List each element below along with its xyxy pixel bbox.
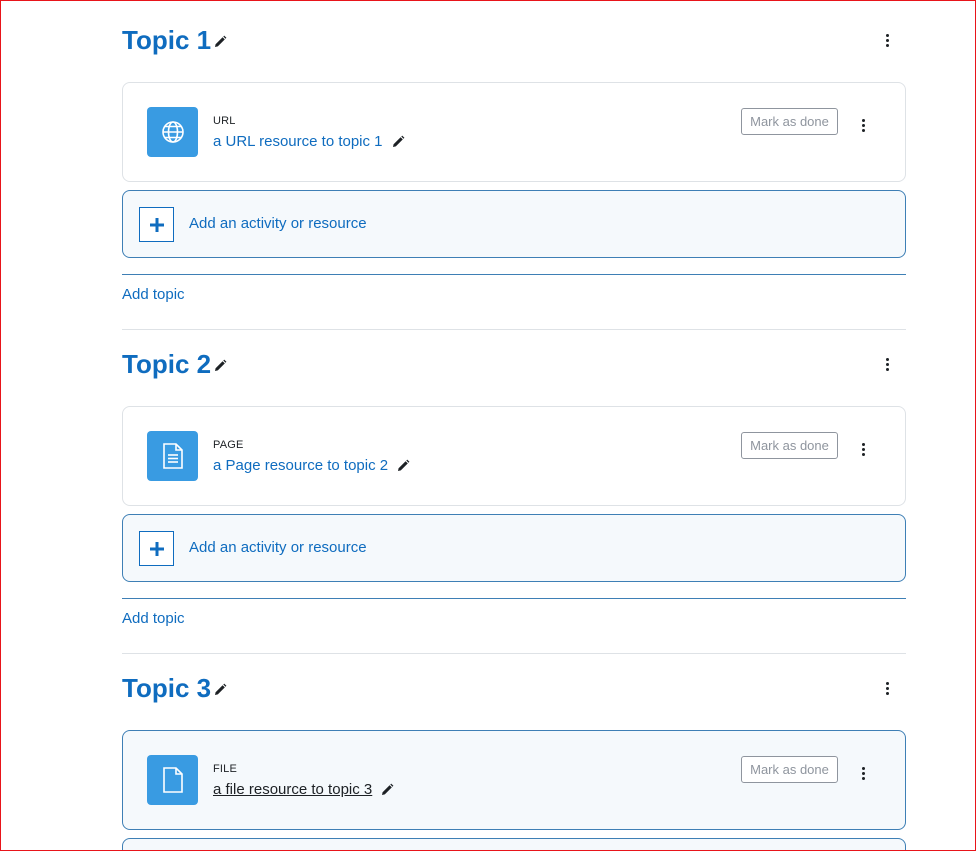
page-icon[interactable] bbox=[147, 431, 198, 481]
section-topic-1: Topic 1 bbox=[122, 20, 906, 60]
edit-pencil-icon[interactable] bbox=[213, 35, 227, 49]
section-menu-icon[interactable] bbox=[879, 30, 895, 50]
plus-icon bbox=[139, 531, 174, 566]
file-icon[interactable] bbox=[147, 755, 198, 805]
section-title-text[interactable]: Topic 2 bbox=[122, 344, 211, 384]
section-title[interactable]: Topic 3 bbox=[122, 668, 227, 708]
add-activity-button-partial[interactable] bbox=[122, 838, 906, 850]
add-activity-button[interactable]: Add an activity or resource bbox=[122, 514, 906, 582]
activity-type-label: PAGE bbox=[213, 439, 244, 451]
section-title-text[interactable]: Topic 1 bbox=[122, 20, 211, 60]
activity-link[interactable]: a Page resource to topic 2 bbox=[213, 457, 410, 474]
mark-as-done-button[interactable]: Mark as done bbox=[741, 432, 838, 459]
mark-as-done-button[interactable]: Mark as done bbox=[741, 756, 838, 783]
activity-name[interactable]: a file resource to topic 3 bbox=[213, 781, 372, 798]
divider bbox=[122, 274, 906, 275]
edit-pencil-icon[interactable] bbox=[380, 783, 394, 797]
section-title[interactable]: Topic 1 bbox=[122, 20, 227, 60]
plus-icon bbox=[139, 207, 174, 242]
mark-as-done-button[interactable]: Mark as done bbox=[741, 108, 838, 135]
section-menu-icon[interactable] bbox=[879, 354, 895, 374]
section-menu-icon[interactable] bbox=[879, 678, 895, 698]
activity-name[interactable]: a URL resource to topic 1 bbox=[213, 133, 383, 150]
add-topic-link[interactable]: Add topic bbox=[122, 610, 185, 627]
activity-page: PAGE a Page resource to topic 2 Mark as … bbox=[122, 406, 906, 506]
activity-type-label: URL bbox=[213, 115, 236, 127]
add-activity-button[interactable]: Add an activity or resource bbox=[122, 190, 906, 258]
section-header: Topic 2 bbox=[122, 344, 906, 384]
activity-url: URL a URL resource to topic 1 Mark as do… bbox=[122, 82, 906, 182]
activity-link[interactable]: a URL resource to topic 1 bbox=[213, 133, 405, 150]
edit-pencil-icon[interactable] bbox=[391, 135, 405, 149]
add-activity-label: Add an activity or resource bbox=[189, 215, 367, 232]
edit-pencil-icon[interactable] bbox=[396, 459, 410, 473]
section-title[interactable]: Topic 2 bbox=[122, 344, 227, 384]
add-topic-link[interactable]: Add topic bbox=[122, 286, 185, 303]
section-divider bbox=[122, 653, 906, 654]
section-topic-2: Topic 2 bbox=[122, 344, 906, 384]
activity-menu-icon[interactable] bbox=[855, 115, 871, 135]
activity-menu-icon[interactable] bbox=[855, 439, 871, 459]
activity-link[interactable]: a file resource to topic 3 bbox=[213, 781, 394, 798]
activity-file: FILE a file resource to topic 3 Mark as … bbox=[122, 730, 906, 830]
edit-pencil-icon[interactable] bbox=[213, 359, 227, 373]
section-title-text[interactable]: Topic 3 bbox=[122, 668, 211, 708]
add-activity-label: Add an activity or resource bbox=[189, 539, 367, 556]
activity-type-label: FILE bbox=[213, 763, 238, 775]
section-header: Topic 3 bbox=[122, 668, 906, 708]
activity-menu-icon[interactable] bbox=[855, 763, 871, 783]
activity-name[interactable]: a Page resource to topic 2 bbox=[213, 457, 388, 474]
section-topic-3: Topic 3 bbox=[122, 668, 906, 708]
section-divider bbox=[122, 329, 906, 330]
section-header: Topic 1 bbox=[122, 20, 906, 60]
divider bbox=[122, 598, 906, 599]
edit-pencil-icon[interactable] bbox=[213, 683, 227, 697]
globe-icon[interactable] bbox=[147, 107, 198, 157]
